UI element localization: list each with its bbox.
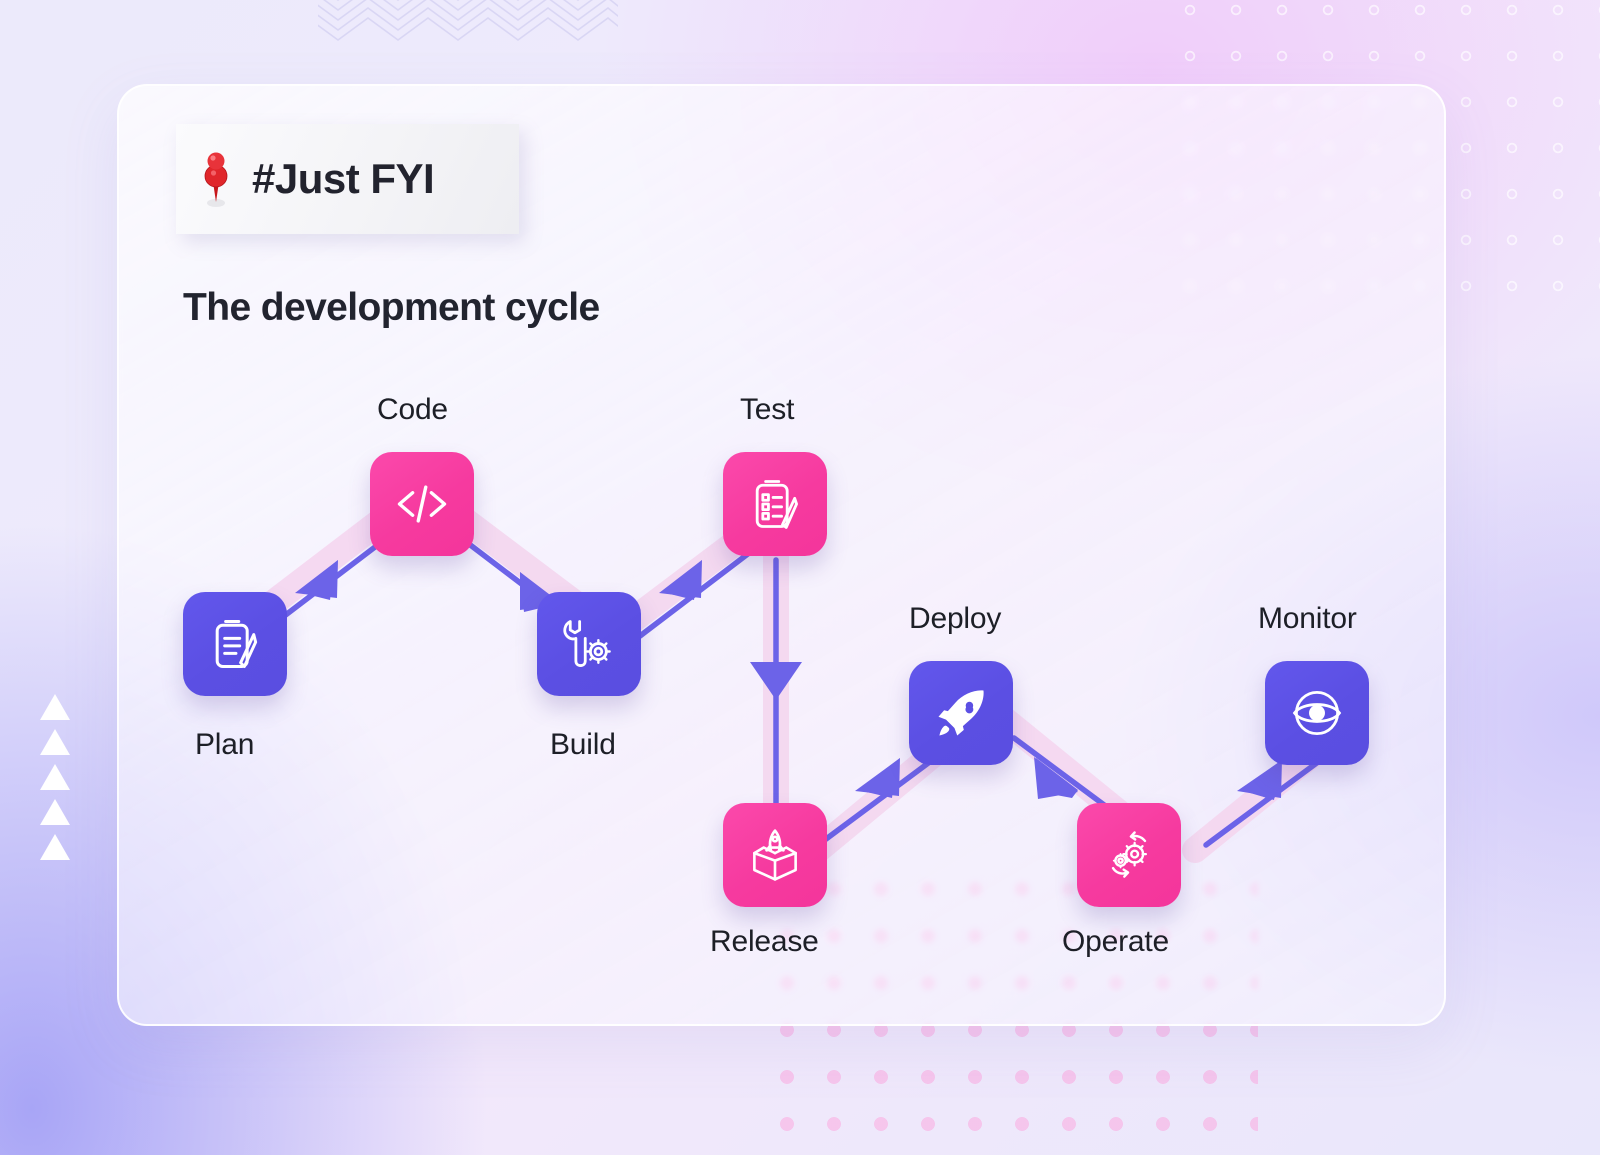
rocket-icon — [938, 690, 984, 736]
code-brackets-icon — [397, 485, 447, 523]
page-background: #Just FYI The development cycle Plan Cod… — [0, 0, 1600, 1155]
flow-node-build[interactable] — [537, 592, 641, 696]
flow-label-build: Build — [550, 728, 616, 761]
flow-label-test: Test — [740, 393, 795, 426]
flow-node-deploy[interactable] — [909, 661, 1013, 765]
gears-refresh-icon — [1111, 831, 1147, 878]
flow-label-plan: Plan — [195, 728, 255, 761]
flow-label-deploy: Deploy — [909, 602, 1002, 635]
flow-label-code: Code — [377, 393, 448, 426]
flow-label-release: Release — [710, 925, 819, 958]
flow-node-operate[interactable] — [1077, 803, 1181, 907]
box-rocket-icon — [753, 829, 797, 881]
checklist-pen-icon — [755, 480, 798, 529]
flow-label-monitor: Monitor — [1258, 602, 1357, 635]
eye-circle-icon — [1292, 690, 1342, 736]
flow-node-plan[interactable] — [183, 592, 287, 696]
flow-node-release[interactable] — [723, 803, 827, 907]
clipboard-pen-icon — [215, 620, 258, 668]
flow-node-monitor[interactable] — [1265, 661, 1369, 765]
flow-node-code[interactable] — [370, 452, 474, 556]
flow-label-operate: Operate — [1062, 925, 1169, 958]
flow-connectors — [235, 487, 1348, 868]
wrench-gear-icon — [563, 620, 611, 667]
development-cycle-diagram: Plan Code Build Test Release Deploy Oper… — [0, 0, 1600, 1155]
flow-node-test[interactable] — [723, 452, 827, 556]
